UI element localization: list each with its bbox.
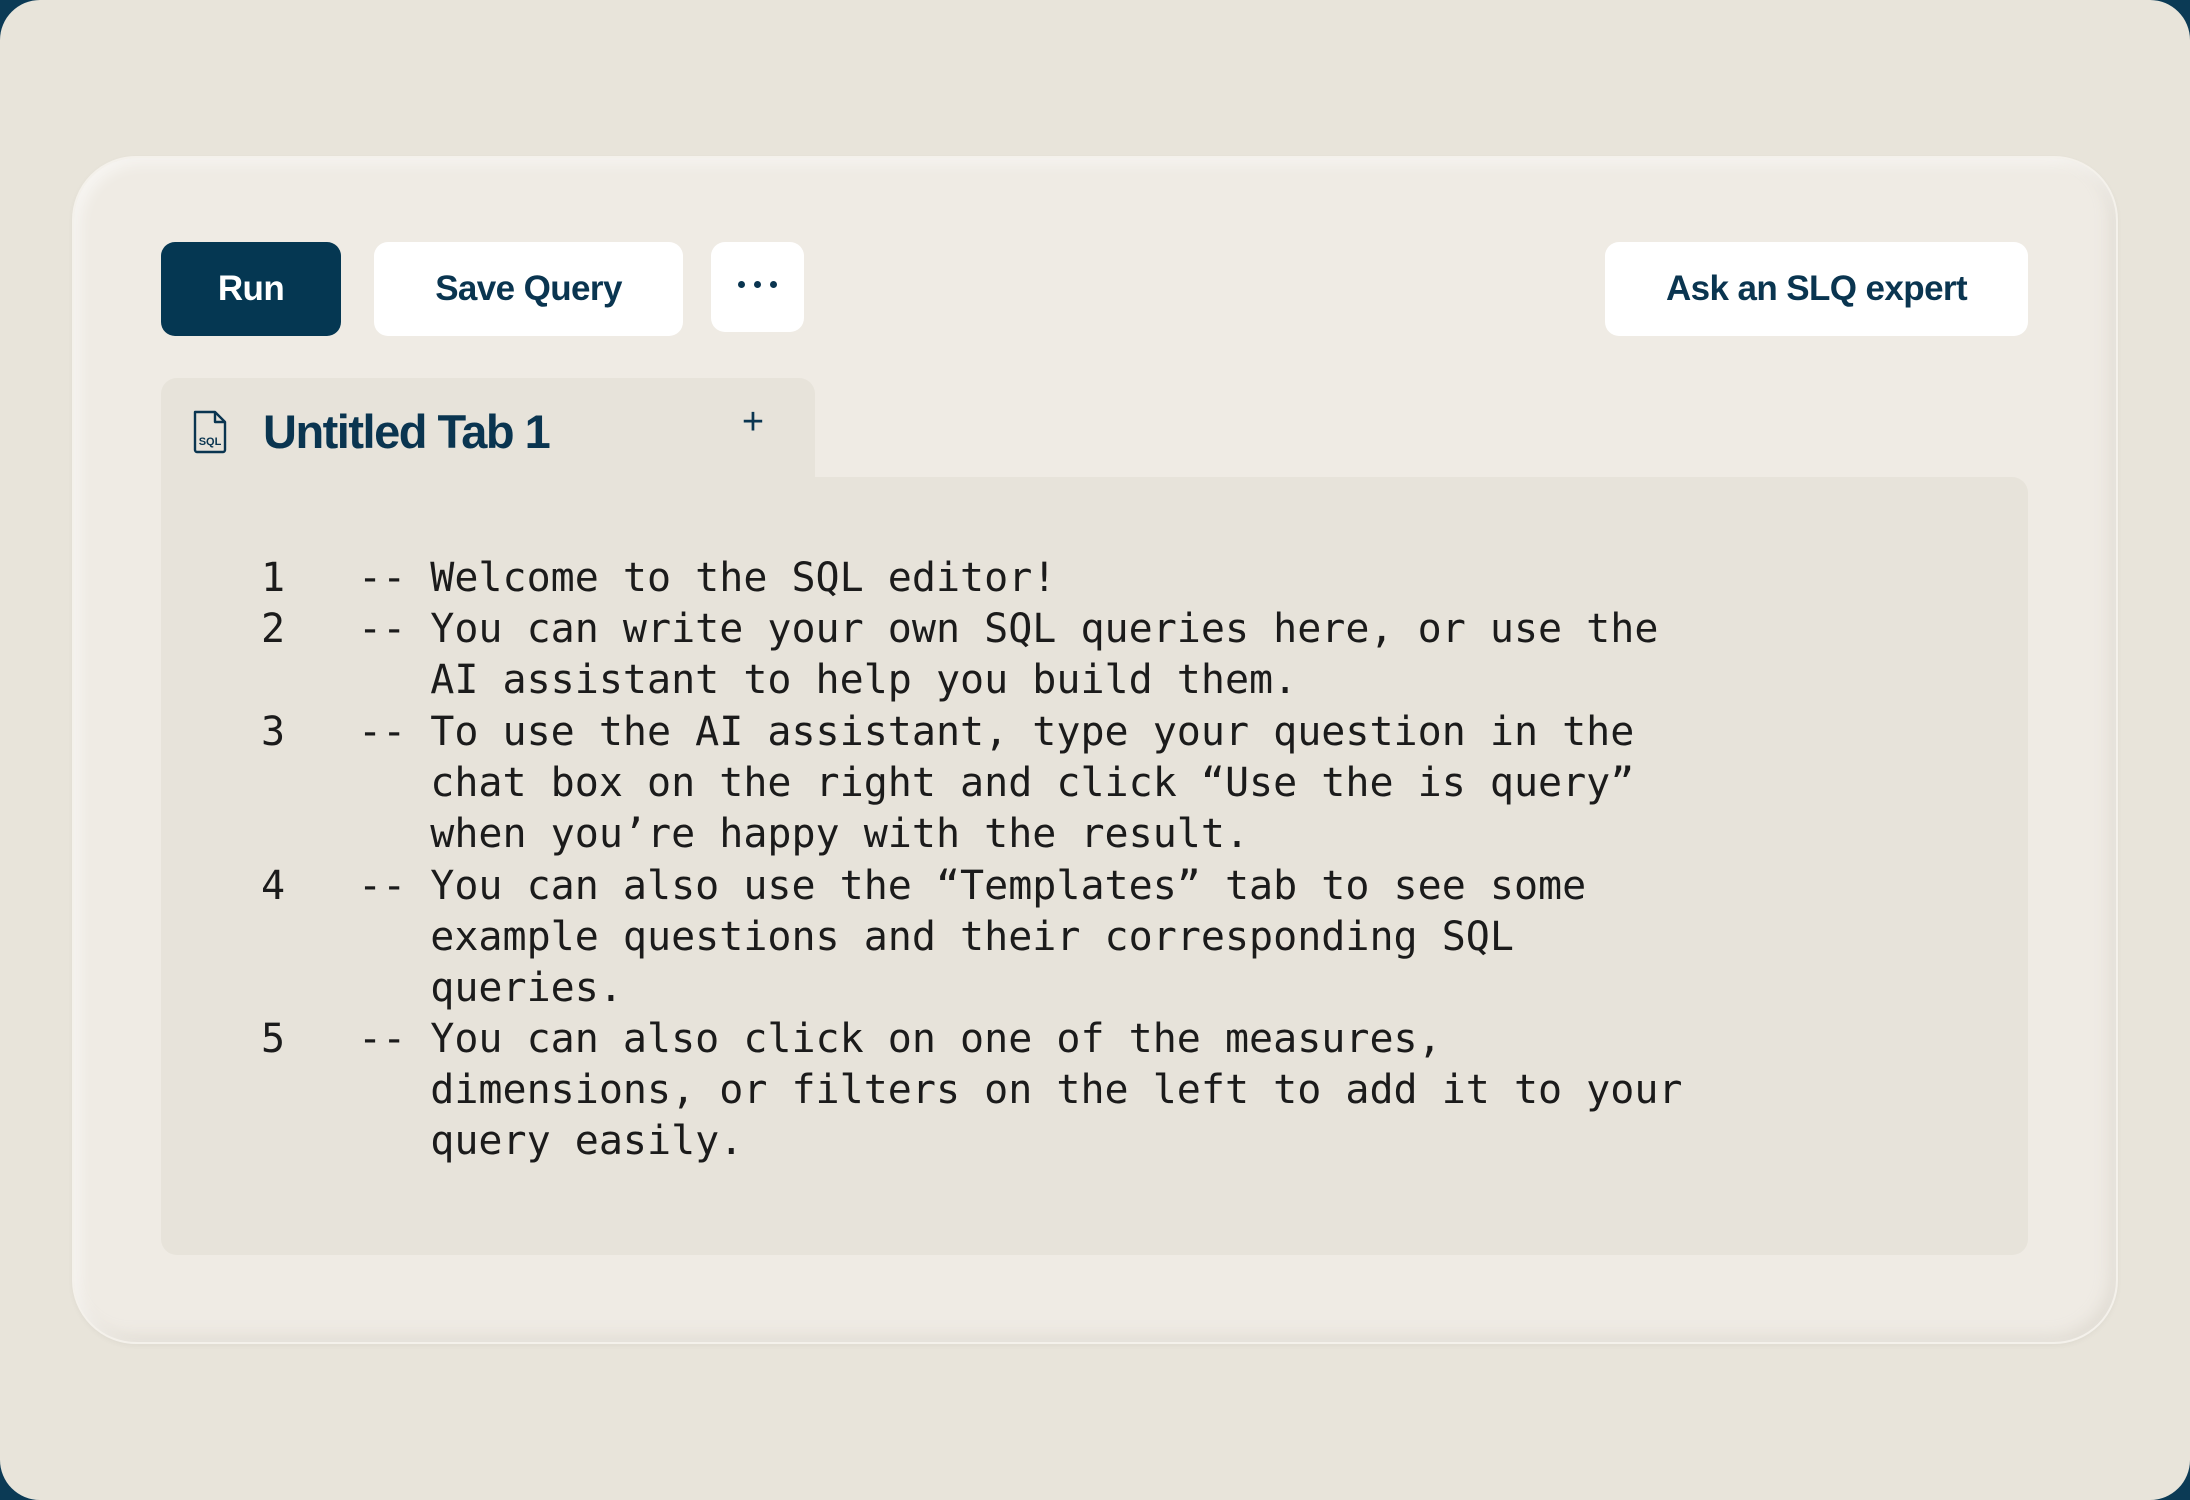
ask-expert-button[interactable]: Ask an SLQ expert [1605,242,2028,336]
sql-file-icon: SQL [193,410,227,454]
more-options-button[interactable] [711,242,804,332]
line-number: 3 [261,709,286,755]
tab-untitled-1[interactable]: SQL Untitled Tab 1 + [161,378,815,480]
code-text: -- You can write your own SQL queries he… [358,606,1659,703]
save-query-button[interactable]: Save Query [374,242,683,336]
code-editor[interactable]: 1 -- Welcome to the SQL editor! 2 -- You… [161,477,2028,1255]
svg-text:SQL: SQL [199,436,222,448]
more-horizontal-icon [738,280,777,288]
add-tab-button[interactable]: + [735,400,771,444]
line-number: 2 [261,606,286,652]
line-number: 4 [261,863,286,909]
code-text: -- Welcome to the SQL editor! [358,555,1057,601]
app-frame: Run Save Query Ask an SLQ expert SQL Unt… [0,0,2190,1500]
line-number: 5 [261,1016,286,1062]
line-number: 1 [261,555,286,601]
code-text: -- To use the AI assistant, type your qu… [358,709,1635,857]
code-text: -- You can also use the “Templates” tab … [358,863,1587,1011]
run-button[interactable]: Run [161,242,341,336]
code-text: -- You can also click on one of the meas… [358,1016,1683,1164]
tab-title: Untitled Tab 1 [263,405,551,458]
